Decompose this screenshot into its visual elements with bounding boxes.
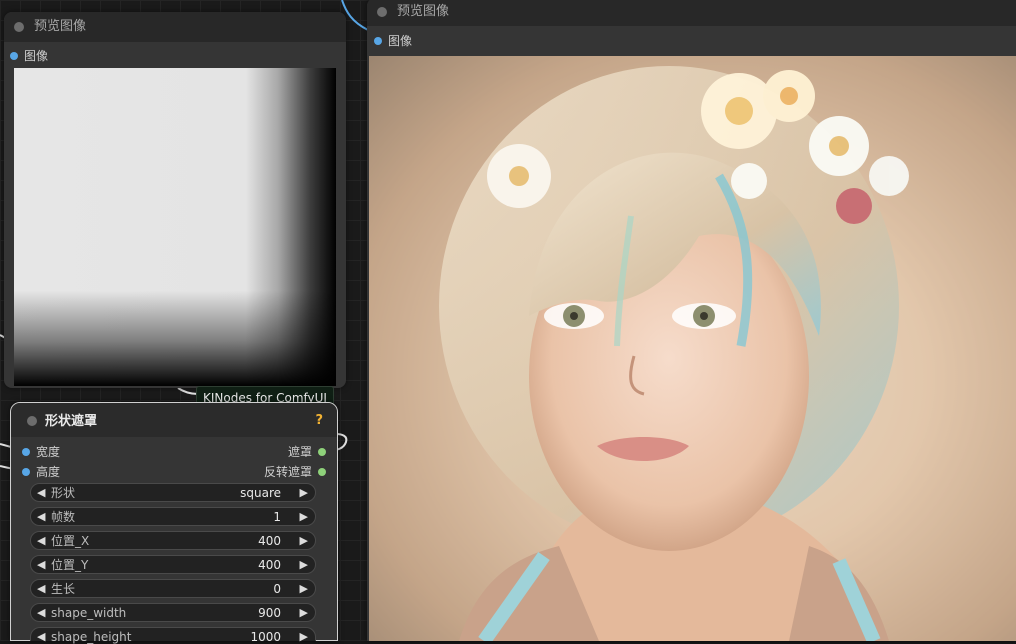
link-wire-tooltip: [177, 387, 199, 395]
status-dot-icon[interactable]: [14, 22, 24, 32]
arrow-right-icon[interactable]: ▶: [300, 582, 308, 596]
widget-name: shape_width: [51, 606, 127, 620]
mask-preview-image: [14, 68, 336, 386]
input-label-image: 图像: [24, 49, 49, 63]
node-header[interactable]: 预览图像: [4, 12, 346, 42]
output-port-mask[interactable]: [318, 448, 326, 456]
arrow-right-icon[interactable]: ▶: [300, 606, 308, 620]
widget-position-y[interactable]: ◀ 位置_Y 400 ▶: [30, 555, 316, 574]
output-label-inverted-mask: 反转遮罩: [263, 465, 312, 479]
widget-value: 1: [273, 510, 281, 524]
arrow-left-icon[interactable]: ◀: [37, 558, 45, 572]
arrow-right-icon[interactable]: ▶: [300, 510, 308, 524]
widget-position-x[interactable]: ◀ 位置_X 400 ▶: [30, 531, 316, 550]
widget-shape[interactable]: ◀ 形状 square ▶: [30, 483, 316, 502]
arrow-left-icon[interactable]: ◀: [37, 534, 45, 548]
widget-value: 900: [258, 606, 281, 620]
widget-grow[interactable]: ◀ 生长 0 ▶: [30, 579, 316, 598]
preview-output-image: [369, 56, 1016, 641]
arrow-right-icon[interactable]: ▶: [300, 630, 308, 644]
arrow-right-icon[interactable]: ▶: [300, 534, 308, 548]
arrow-left-icon[interactable]: ◀: [37, 486, 45, 500]
node-header[interactable]: 形状遮罩 ?: [11, 403, 337, 437]
help-icon[interactable]: ?: [315, 413, 323, 428]
input-label-width: 宽度: [36, 445, 61, 459]
widget-value: 400: [258, 534, 281, 548]
status-dot-icon[interactable]: [377, 7, 387, 17]
widget-shape-width[interactable]: ◀ shape_width 900 ▶: [30, 603, 316, 622]
input-label-image: 图像: [388, 34, 413, 48]
widget-shape-height[interactable]: ◀ shape_height 1000 ▶: [30, 627, 316, 644]
widget-name: 帧数: [51, 510, 76, 524]
node-title: 预览图像: [34, 19, 87, 34]
widget-value: 0: [273, 582, 281, 596]
widget-name: 形状: [51, 486, 76, 500]
input-port-width[interactable]: [22, 448, 30, 456]
input-port-image[interactable]: [374, 37, 382, 45]
widget-value: 1000: [250, 630, 281, 644]
arrow-left-icon[interactable]: ◀: [37, 582, 45, 596]
node-header[interactable]: 预览图像: [367, 0, 1016, 26]
widget-name: 位置_X: [51, 534, 90, 548]
portrait-illustration: [369, 56, 1016, 641]
arrow-left-icon[interactable]: ◀: [37, 510, 45, 524]
arrow-left-icon[interactable]: ◀: [37, 630, 45, 644]
widget-name: shape_height: [51, 630, 132, 644]
widget-frames[interactable]: ◀ 帧数 1 ▶: [30, 507, 316, 526]
output-label-mask: 遮罩: [287, 445, 312, 459]
node-title: 形状遮罩: [45, 414, 98, 429]
widget-name: 生长: [51, 582, 76, 596]
widget-value: 400: [258, 558, 281, 572]
arrow-left-icon[interactable]: ◀: [37, 606, 45, 620]
output-port-inverted-mask[interactable]: [318, 468, 326, 476]
node-title: 预览图像: [397, 4, 450, 19]
arrow-right-icon[interactable]: ▶: [300, 486, 308, 500]
widget-name: 位置_Y: [51, 558, 89, 572]
input-port-height[interactable]: [22, 468, 30, 476]
status-dot-icon[interactable]: [27, 416, 37, 426]
widget-value: square: [240, 486, 281, 500]
arrow-right-icon[interactable]: ▶: [300, 558, 308, 572]
input-label-height: 高度: [36, 465, 61, 479]
input-port-image[interactable]: [10, 52, 18, 60]
